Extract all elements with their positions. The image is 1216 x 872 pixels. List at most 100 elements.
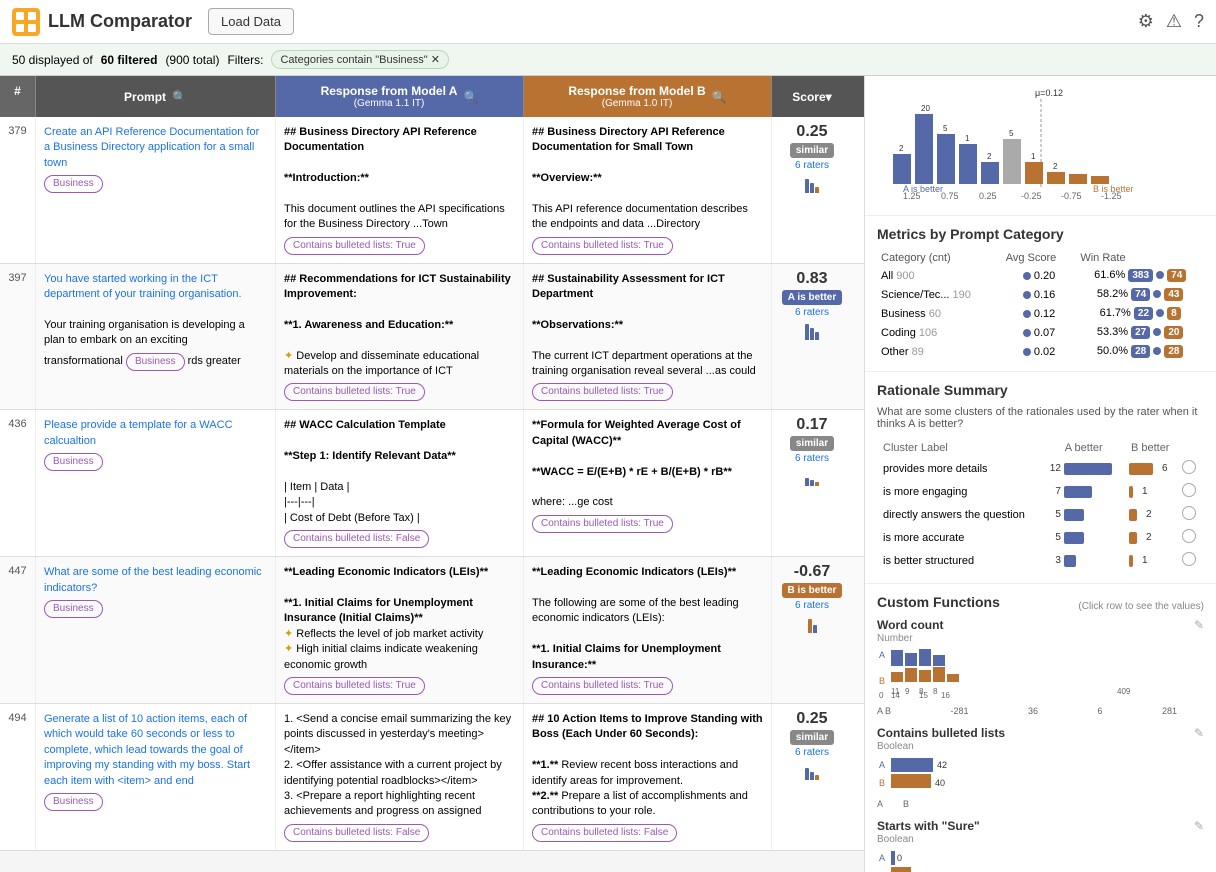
fn-item-bulleted-lists[interactable]: Contains bulleted lists ✎ Boolean A 42 B…: [877, 726, 1204, 809]
fn-edit-button[interactable]: ✎: [1194, 618, 1204, 632]
raters-count[interactable]: 6 raters: [776, 160, 848, 171]
table-row: 379 Create an API Reference Documentatio…: [0, 117, 864, 264]
cell-response-a: ## WACC Calculation Template **Step 1: I…: [276, 410, 524, 556]
rationale-col-label: Cluster Label: [879, 440, 1043, 456]
svg-text:2: 2: [899, 144, 904, 153]
settings-icon[interactable]: ⚙: [1138, 11, 1154, 32]
custom-fn-hint: (Click row to see the values): [1078, 601, 1204, 612]
svg-text:B: B: [879, 778, 885, 788]
total-count: (900 total): [165, 53, 219, 67]
search-prompt-icon[interactable]: 🔍: [172, 90, 187, 104]
svg-text:A: A: [879, 853, 885, 863]
score-badge: similar: [790, 730, 834, 745]
metrics-winrate: 50.0% 28 28: [1076, 342, 1204, 361]
svg-text:A: A: [879, 760, 885, 770]
app-logo: LLM Comparator: [12, 8, 208, 36]
bulleted-lists-chart: A 42 B 40: [877, 756, 1177, 796]
metrics-row[interactable]: Coding 106 0.07 53.3% 27 20: [877, 323, 1204, 342]
cell-scroll: [852, 264, 864, 410]
metrics-row[interactable]: All 900 0.20 61.6% 383 74: [877, 266, 1204, 285]
svg-text:-0.75: -0.75: [1061, 191, 1082, 201]
custom-functions-section: Custom Functions (Click row to see the v…: [865, 584, 1216, 872]
col-header-response-a: Response from Model A (Gemma 1.1 IT) 🔍: [276, 76, 524, 117]
rationale-bar-b: 2: [1125, 527, 1176, 548]
score-badge: A is better: [782, 290, 843, 305]
row-num: 397: [0, 264, 36, 410]
category-badge: Business: [44, 175, 103, 193]
fn-edit-button[interactable]: ✎: [1194, 726, 1204, 740]
mini-bar: [776, 613, 848, 633]
svg-text:11: 11: [891, 687, 900, 696]
header-icons: ⚙ ⚠ ?: [1138, 11, 1204, 32]
cell-scroll: [852, 557, 864, 703]
mini-bar: [776, 320, 848, 340]
filter-tag[interactable]: Categories contain "Business" ✕: [271, 50, 449, 69]
raters-count[interactable]: 6 raters: [776, 747, 848, 758]
prompt-link[interactable]: Please provide a template for a WACC cal…: [44, 419, 233, 446]
prompt-link[interactable]: What are some of the best leading econom…: [44, 566, 262, 593]
col-header-prompt: Prompt 🔍: [36, 76, 276, 117]
word-count-chart: A B 14 15 16 0: [877, 648, 1177, 703]
score-badge: similar: [790, 143, 834, 158]
prompt-link[interactable]: You have started working in the ICT depa…: [44, 273, 242, 300]
metrics-winrate: 61.7% 22 8: [1076, 304, 1204, 323]
table-body: 379 Create an API Reference Documentatio…: [0, 117, 864, 872]
metrics-row[interactable]: Business 60 0.12 61.7% 22 8: [877, 304, 1204, 323]
rationale-bar-b: 6: [1125, 458, 1176, 479]
category-badge: Business: [44, 793, 103, 811]
cell-prompt: Generate a list of 10 action items, each…: [36, 704, 276, 850]
fn-item-word-count[interactable]: Word count ✎ Number A B: [877, 618, 1204, 716]
metrics-table: Category (cnt) Avg Score Win Rate All 90…: [877, 250, 1204, 361]
cell-score: 0.17 similar 6 raters: [772, 410, 852, 556]
score-distribution-chart: 1.25 0.75 0.25 -0.25 -0.75 -1.25 μ=0.12 …: [865, 76, 1216, 216]
fn-name-text: Word count: [877, 618, 943, 632]
svg-text:A: A: [879, 650, 885, 660]
rationale-bar-b: 1: [1125, 550, 1176, 571]
svg-text:42: 42: [937, 760, 947, 770]
cell-score: 0.83 A is better 6 raters: [772, 264, 852, 410]
raters-count[interactable]: 6 raters: [776, 600, 848, 611]
svg-text:8: 8: [933, 687, 938, 696]
rationale-desc: What are some clusters of the rationales…: [877, 406, 1204, 430]
score-badge: similar: [790, 436, 834, 451]
axis-label-6: 6: [1097, 706, 1102, 716]
table-row: 436 Please provide a template for a WACC…: [0, 410, 864, 557]
table-header: # Prompt 🔍 Response from Model A (Gemma …: [0, 76, 864, 117]
metrics-row[interactable]: Other 89 0.02 50.0% 28 28: [877, 342, 1204, 361]
cell-prompt: What are some of the best leading econom…: [36, 557, 276, 703]
rationale-label: directly answers the question: [879, 504, 1043, 525]
alert-icon[interactable]: ⚠: [1166, 11, 1182, 32]
cell-response-a: ## Recommendations for ICT Sustainabilit…: [276, 264, 524, 410]
search-response-a-icon[interactable]: 🔍: [463, 90, 478, 104]
rationale-title: Rationale Summary: [877, 382, 1204, 398]
metrics-category: Business 60: [877, 304, 1002, 323]
rationale-section: Rationale Summary What are some clusters…: [865, 372, 1216, 584]
cell-scroll: [852, 117, 864, 263]
svg-text:8: 8: [919, 687, 924, 696]
metrics-col-avg: Avg Score: [1002, 250, 1077, 266]
axis-label-36: 36: [1028, 706, 1038, 716]
fn-edit-button[interactable]: ✎: [1194, 819, 1204, 833]
metrics-title: Metrics by Prompt Category: [877, 226, 1204, 242]
load-data-button[interactable]: Load Data: [208, 8, 294, 35]
axis-b-label: B: [903, 799, 909, 809]
cell-prompt: You have started working in the ICT depa…: [36, 264, 276, 410]
contains-badge-a: Contains bulleted lists: True: [284, 237, 425, 255]
raters-count[interactable]: 6 raters: [776, 453, 848, 464]
search-response-b-icon[interactable]: 🔍: [712, 90, 727, 104]
cell-response-a: **Leading Economic Indicators (LEIs)** *…: [276, 557, 524, 703]
app-title: LLM Comparator: [48, 11, 192, 32]
metrics-row[interactable]: Science/Tec... 190 0.16 58.2% 74 43: [877, 285, 1204, 304]
prompt-link[interactable]: Create an API Reference Documentation fo…: [44, 126, 259, 169]
sort-icon[interactable]: ▾: [826, 90, 832, 104]
fn-item-starts-with-sure[interactable]: Starts with "Sure" ✎ Boolean A 0 B 5 A B: [877, 819, 1204, 872]
col-header-num: #: [0, 76, 36, 117]
custom-fn-header: Custom Functions (Click row to see the v…: [877, 594, 1204, 618]
cell-score: 0.25 similar 6 raters: [772, 704, 852, 850]
cell-response-a: 1. <Send a concise email summarizing the…: [276, 704, 524, 850]
raters-count[interactable]: 6 raters: [776, 307, 848, 318]
prompt-link[interactable]: Generate a list of 10 action items, each…: [44, 713, 250, 787]
metrics-avg: 0.02: [1002, 342, 1077, 361]
help-icon[interactable]: ?: [1194, 11, 1204, 32]
svg-text:-0.25: -0.25: [1021, 191, 1042, 201]
